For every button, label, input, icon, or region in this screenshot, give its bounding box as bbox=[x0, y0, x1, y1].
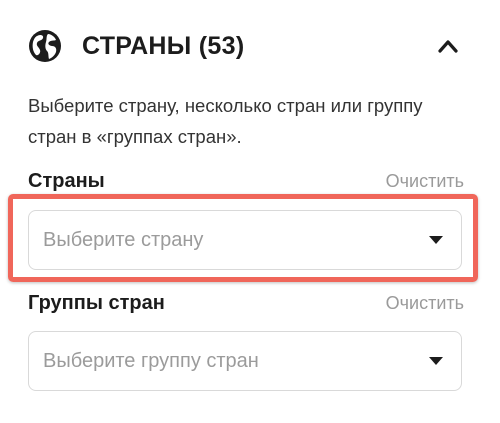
groups-clear-link[interactable]: Очистить bbox=[386, 293, 464, 314]
countries-select[interactable]: Выберите страну bbox=[28, 210, 462, 270]
groups-label: Группы стран bbox=[28, 292, 165, 314]
section-title: СТРАНЫ (53) bbox=[82, 31, 245, 60]
countries-select-placeholder: Выберите страну bbox=[43, 228, 204, 251]
caret-down-icon bbox=[429, 357, 443, 365]
section-header[interactable]: СТРАНЫ (53) bbox=[26, 24, 466, 68]
chevron-up-icon[interactable] bbox=[432, 30, 464, 62]
groups-select-placeholder: Выберите группу стран bbox=[43, 349, 259, 372]
groups-select[interactable]: Выберите группу стран bbox=[28, 331, 462, 391]
countries-label: Страны bbox=[28, 170, 105, 192]
section-description: Выберите страну, несколько стран или гру… bbox=[28, 95, 423, 147]
caret-down-icon bbox=[429, 236, 443, 244]
countries-filter-panel: СТРАНЫ (53) Выберите страну, несколько с… bbox=[0, 0, 500, 423]
countries-field-header: Страны Очистить bbox=[28, 170, 464, 193]
globe-icon bbox=[26, 27, 64, 65]
groups-field-header: Группы стран Очистить bbox=[28, 292, 464, 315]
countries-clear-link[interactable]: Очистить bbox=[386, 171, 464, 192]
